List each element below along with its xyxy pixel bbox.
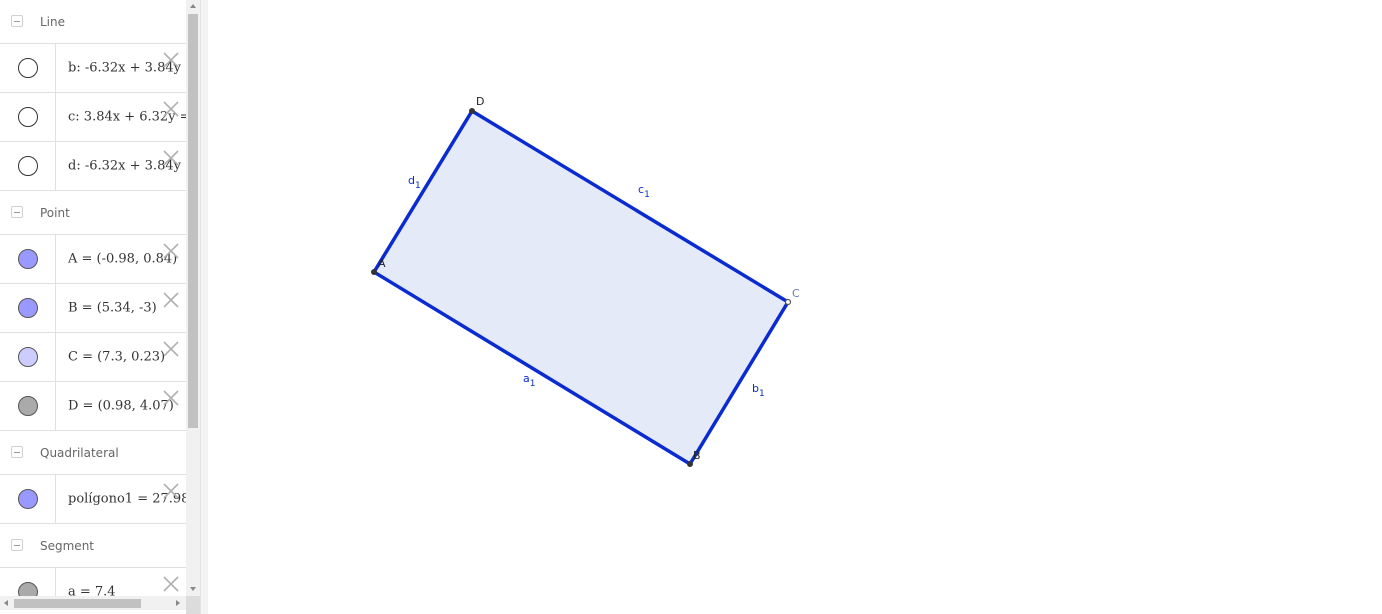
point-a-label: A <box>378 257 386 270</box>
group-label: Line <box>40 14 66 29</box>
graphics-canvas[interactable]: A B C D d1 c1 a1 b1 <box>208 0 1382 614</box>
close-icon[interactable] <box>162 242 180 260</box>
visibility-toggle[interactable] <box>0 382 56 430</box>
segment-a1-label: a1 <box>523 372 535 389</box>
group-header-point[interactable]: Point <box>0 191 186 235</box>
scroll-left-arrow-icon[interactable] <box>4 600 8 606</box>
visibility-toggle[interactable] <box>0 568 56 596</box>
algebra-item[interactable]: D = (0.98, 4.07) <box>0 382 186 431</box>
scroll-right-arrow-icon[interactable] <box>176 600 180 606</box>
marble-icon[interactable] <box>18 347 38 367</box>
visibility-toggle[interactable] <box>0 44 56 92</box>
collapse-icon[interactable] <box>11 14 23 27</box>
close-icon[interactable] <box>162 51 180 69</box>
group-label: Quadrilateral <box>40 445 119 460</box>
point-b-label: B <box>693 449 701 462</box>
algebra-list: Line b: -6.32x + 3.84y = -11.39c: 3.84x +… <box>0 0 186 596</box>
segment-d1-subscript: 1 <box>415 181 421 191</box>
segment-b1-name: b <box>752 382 759 395</box>
visibility-toggle[interactable] <box>0 93 56 141</box>
segment-a1-name: a <box>523 372 530 385</box>
horizontal-scrollbar[interactable] <box>0 596 186 610</box>
scrollbar-corner <box>186 596 200 614</box>
point-d[interactable] <box>469 108 475 114</box>
point-d-label: D <box>476 95 484 108</box>
algebra-item[interactable]: c: 3.84x + 6.32y = 29.48 <box>0 93 186 142</box>
collapse-icon[interactable] <box>11 538 23 551</box>
visibility-toggle[interactable] <box>0 235 56 283</box>
close-icon[interactable] <box>162 340 180 358</box>
marble-icon[interactable] <box>18 298 38 318</box>
close-icon[interactable] <box>162 100 180 118</box>
point-a[interactable] <box>371 269 377 275</box>
marble-icon[interactable] <box>18 156 38 176</box>
group-header-segment[interactable]: Segment <box>0 524 186 568</box>
close-icon[interactable] <box>162 291 180 309</box>
algebra-view: Line b: -6.32x + 3.84y = -11.39c: 3.84x +… <box>0 0 200 614</box>
graphics-view[interactable]: A B C D d1 c1 a1 b1 <box>208 0 1382 614</box>
close-icon[interactable] <box>162 389 180 407</box>
group-header-quadrilateral[interactable]: Quadrilateral <box>0 431 186 475</box>
quadrilateral-polygono1[interactable] <box>374 111 788 464</box>
close-icon[interactable] <box>162 575 180 593</box>
marble-icon[interactable] <box>18 249 38 269</box>
segment-d1-name: d <box>408 174 415 187</box>
segment-c1-label: c1 <box>638 183 650 200</box>
vertical-scrollbar[interactable] <box>186 0 200 596</box>
scroll-down-arrow-icon[interactable] <box>190 587 196 591</box>
visibility-toggle[interactable] <box>0 142 56 190</box>
collapse-icon[interactable] <box>11 445 23 458</box>
segment-a1-subscript: 1 <box>530 379 536 389</box>
algebra-item[interactable]: B = (5.34, -3) <box>0 284 186 333</box>
visibility-toggle[interactable] <box>0 284 56 332</box>
point-c[interactable] <box>784 298 792 306</box>
marble-icon[interactable] <box>18 489 38 509</box>
collapse-icon[interactable] <box>11 205 23 218</box>
scroll-up-arrow-icon[interactable] <box>190 4 196 8</box>
segment-c1-subscript: 1 <box>644 190 650 200</box>
group-label: Segment <box>40 538 94 553</box>
algebra-item[interactable]: C = (7.3, 0.23) <box>0 333 186 382</box>
group-label: Point <box>40 205 70 220</box>
visibility-toggle[interactable] <box>0 333 56 381</box>
segment-d1-label: d1 <box>408 174 421 191</box>
algebra-item[interactable]: polígono1 = 27.98 <box>0 475 186 524</box>
algebra-item[interactable]: A = (-0.98, 0.84) <box>0 235 186 284</box>
visibility-toggle[interactable] <box>0 475 56 523</box>
panel-divider[interactable] <box>200 0 208 614</box>
algebra-item[interactable]: a = 7.4 <box>0 568 186 596</box>
vertical-scroll-thumb[interactable] <box>188 14 198 428</box>
algebra-item[interactable]: b: -6.32x + 3.84y = -11.39 <box>0 44 186 93</box>
marble-icon[interactable] <box>18 582 38 596</box>
marble-icon[interactable] <box>18 58 38 78</box>
horizontal-scroll-thumb[interactable] <box>14 599 141 608</box>
algebra-item[interactable]: d: -6.32x + 3.84y = 9.44 <box>0 142 186 191</box>
point-c-label: C <box>792 287 800 300</box>
marble-icon[interactable] <box>18 396 38 416</box>
close-icon[interactable] <box>162 149 180 167</box>
segment-b1-label: b1 <box>752 382 765 399</box>
marble-icon[interactable] <box>18 107 38 127</box>
segment-b1-subscript: 1 <box>759 389 765 399</box>
group-header-line[interactable]: Line <box>0 0 186 44</box>
close-icon[interactable] <box>162 482 180 500</box>
